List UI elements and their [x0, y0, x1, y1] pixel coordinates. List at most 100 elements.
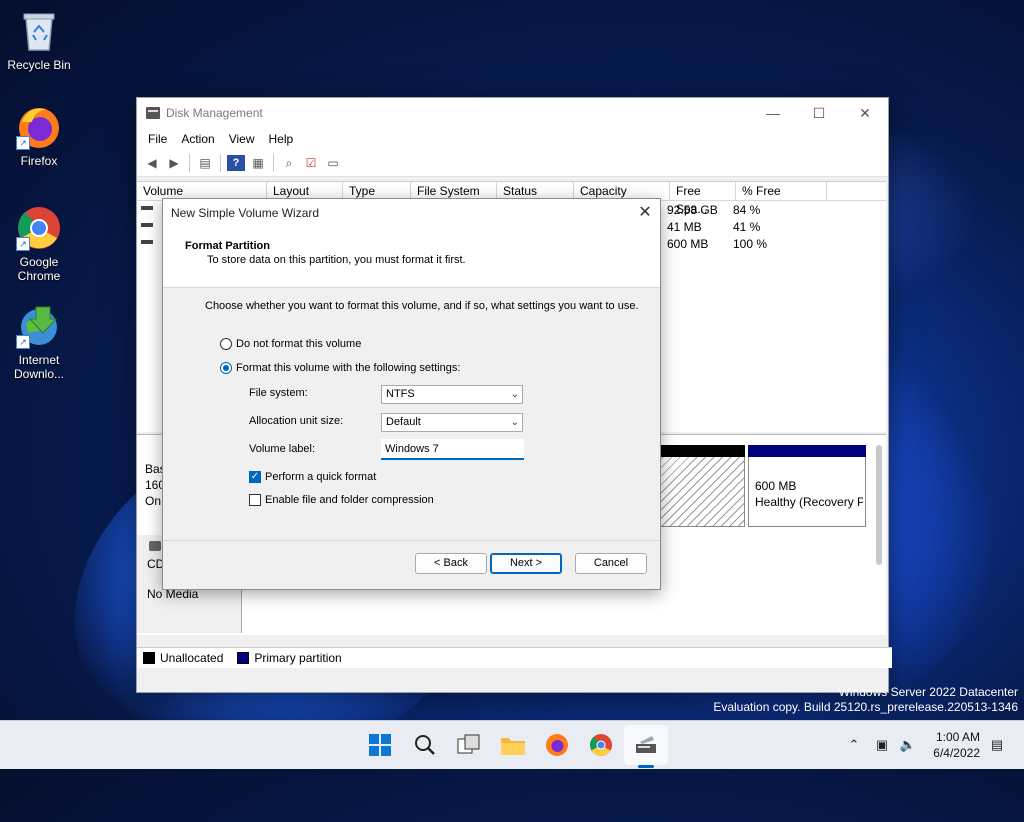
desktop-icon-recycle-bin[interactable]: Recycle Bin [1, 8, 77, 72]
toolbar-separator [273, 154, 274, 172]
radio-do-not-format[interactable]: Do not format this volume [220, 338, 361, 350]
close-button[interactable]: ✕ [842, 98, 888, 128]
help-icon[interactable]: ? [227, 155, 245, 171]
desktop-icon-internet-download[interactable]: ↗ Internet Downlo... [1, 303, 77, 381]
cancel-button[interactable]: Cancel [575, 553, 647, 574]
pct-free-cell: 41 % [733, 220, 761, 234]
unallocated-partition[interactable] [657, 445, 745, 527]
wizard-close-button[interactable]: ✕ [630, 199, 660, 227]
menu-action[interactable]: Action [174, 132, 221, 146]
list-icon[interactable]: ▭ [324, 155, 342, 171]
radio-format-volume[interactable]: Format this volume with the following se… [220, 362, 460, 374]
next-button[interactable]: Next > [490, 553, 562, 574]
radio-selected-icon [220, 362, 232, 374]
minimize-button[interactable]: — [750, 98, 796, 128]
volume-rows: 92.58 GB 84 % 41 MB 41 % 600 MB 100 % [667, 202, 793, 253]
clock-date: 6/4/2022 [933, 746, 980, 760]
wizard-step-subtitle: To store data on this partition, you mus… [207, 254, 466, 266]
chrome-icon: ↗ [16, 205, 62, 251]
notifications-icon[interactable]: ▤ [988, 736, 1006, 754]
volume-label-label: Volume label: [249, 443, 316, 455]
allocation-unit-select[interactable]: Default ⌄ [381, 413, 523, 432]
menu-bar: File Action View Help [137, 128, 888, 150]
wizard-titlebar[interactable]: New Simple Volume Wizard ✕ [163, 199, 660, 227]
volume-muted-icon[interactable]: 🔈 [899, 736, 917, 754]
table-row[interactable]: 92.58 GB 84 % [667, 202, 793, 219]
col-pct-free[interactable]: % Free [736, 182, 827, 200]
file-system-select[interactable]: NTFS ⌄ [381, 385, 523, 404]
checkbox-checked-icon: ✓ [249, 471, 261, 483]
table-row[interactable]: 600 MB 100 % [667, 236, 793, 253]
forward-arrow-icon[interactable]: ▶ [165, 155, 183, 171]
connect-icon[interactable]: ⌕ [280, 155, 298, 171]
check-icon[interactable]: ☑ [302, 155, 320, 171]
start-button[interactable] [366, 731, 394, 759]
partition-status: Healthy (Recovery P [755, 495, 863, 509]
task-view-button[interactable] [455, 731, 483, 759]
vertical-scrollbar[interactable] [876, 445, 882, 565]
chevron-down-icon: ⌄ [510, 389, 519, 400]
wizard-step-title: Format Partition [185, 240, 270, 252]
file-explorer-button[interactable] [499, 731, 527, 759]
network-icon[interactable]: ▣ [873, 736, 891, 754]
cdrom-icon [149, 541, 161, 551]
volume-row-icons [141, 206, 153, 257]
volume-icon [141, 240, 153, 244]
firefox-icon: ↗ [16, 104, 62, 150]
free-space-cell: 41 MB [667, 220, 702, 234]
menu-file[interactable]: File [141, 132, 174, 146]
disk-management-titlebar[interactable]: Disk Management — ☐ ✕ [137, 98, 888, 128]
checkbox-label: Enable file and folder compression [265, 494, 434, 506]
desktop-icon-label: Internet Downlo... [13, 353, 65, 381]
toolbar-separator [189, 154, 190, 172]
radio-unselected-icon [220, 338, 232, 350]
partition-size: 600 MB [755, 479, 797, 493]
taskbar-chrome-button[interactable] [587, 731, 615, 759]
desktop-icon-chrome[interactable]: ↗ Google Chrome [1, 205, 77, 283]
taskbar-firefox-button[interactable] [543, 731, 571, 759]
table-row[interactable]: 41 MB 41 % [667, 219, 793, 236]
window-title: Disk Management [166, 106, 263, 120]
recovery-partition[interactable]: 600 MB Healthy (Recovery P [748, 445, 866, 527]
taskbar-disk-management-button[interactable] [632, 731, 660, 759]
search-button[interactable] [411, 731, 439, 759]
back-arrow-icon[interactable]: ◀ [143, 155, 161, 171]
menu-view[interactable]: View [222, 132, 262, 146]
desktop-icon-label: Firefox [20, 154, 58, 168]
file-system-value: NTFS [386, 388, 415, 400]
system-clock[interactable]: 1:00 AM 6/4/2022 [933, 729, 980, 761]
wizard-title: New Simple Volume Wizard [171, 206, 320, 220]
pct-free-cell: 84 % [733, 203, 761, 217]
maximize-button[interactable]: ☐ [796, 98, 842, 128]
back-button[interactable]: < Back [415, 553, 487, 574]
evaluation-watermark: Windows Server 2022 Datacenter Evaluatio… [713, 685, 1018, 715]
toolbar-separator [220, 154, 221, 172]
desktop-icon-firefox[interactable]: ↗ Firefox [1, 104, 77, 168]
volume-label-input[interactable] [381, 439, 524, 460]
search-icon [415, 735, 435, 755]
quick-format-checkbox[interactable]: ✓ Perform a quick format [249, 471, 376, 483]
clock-time: 1:00 AM [935, 730, 980, 744]
compression-checkbox[interactable]: Enable file and folder compression [249, 494, 434, 506]
show-hide-console-tree-icon[interactable]: ▤ [196, 155, 214, 171]
wizard-body: Choose whether you want to format this v… [163, 288, 660, 538]
firefox-icon [546, 734, 568, 756]
checkbox-label: Perform a quick format [265, 471, 377, 483]
free-space-cell: 600 MB [667, 237, 709, 251]
radio-label: Format this volume with the following se… [236, 362, 461, 374]
disk-management-icon [636, 736, 656, 753]
menu-help[interactable]: Help [262, 132, 301, 146]
free-space-cell: 92.58 GB [667, 203, 718, 217]
wizard-intro-text: Choose whether you want to format this v… [205, 300, 639, 312]
taskbar: ⌃ ▣ 🔈 1:00 AM 6/4/2022 ▤ [0, 720, 1024, 769]
checkbox-unchecked-icon [249, 494, 261, 506]
shortcut-arrow-icon: ↗ [16, 237, 30, 251]
properties-icon[interactable]: ▦ [249, 155, 267, 171]
show-hidden-icons-chevron-up-icon[interactable]: ⌃ [845, 736, 863, 754]
chevron-down-icon: ⌄ [510, 417, 519, 428]
col-free-space[interactable]: Free Spa... [670, 182, 736, 216]
desktop-icon-label: Google Chrome [17, 255, 61, 283]
legend-primary: Primary partition [254, 651, 342, 665]
disk-management-icon [146, 107, 160, 119]
desktop-icon-label: Recycle Bin [7, 58, 71, 72]
